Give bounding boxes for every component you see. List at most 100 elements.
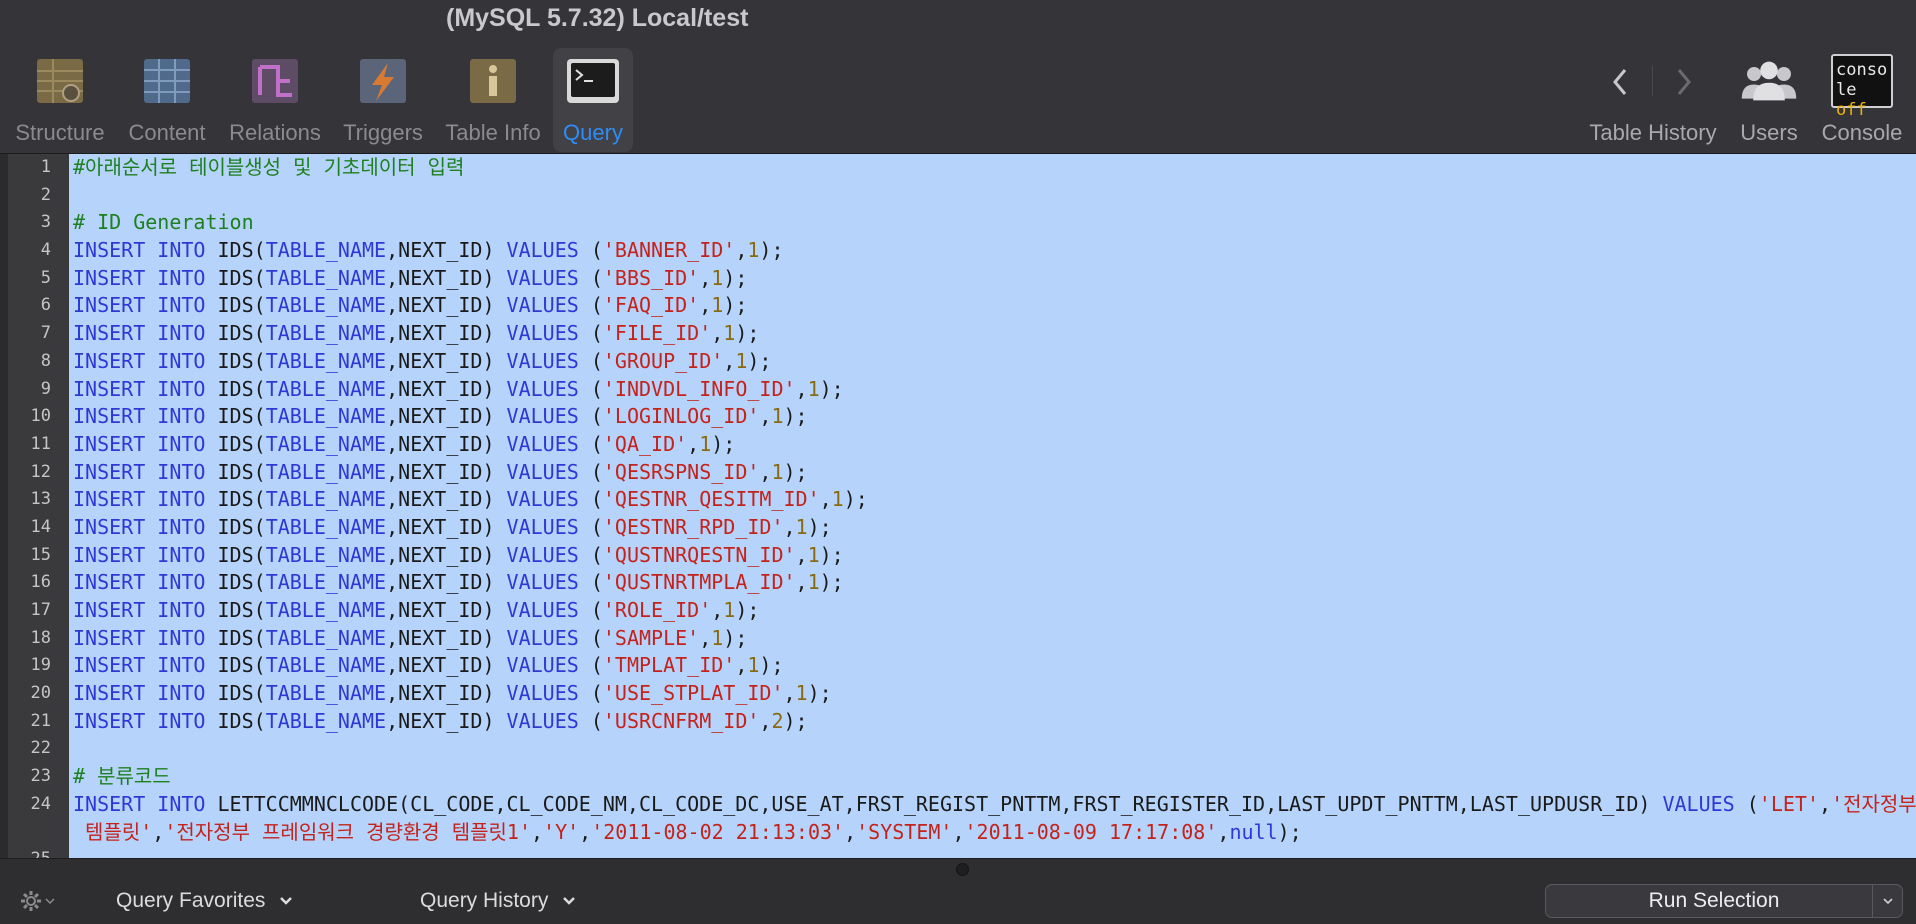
code-identifier: IDS( <box>217 708 266 733</box>
code-line[interactable]: 14 INSERT INTO IDS(TABLE_NAME,NEXT_ID) VA… <box>9 514 1916 542</box>
tab-structure[interactable]: Structure <box>10 52 110 152</box>
query-history-dropdown[interactable]: Query History <box>420 878 576 924</box>
code-keyword: INTO <box>157 321 206 346</box>
code-keyword: INSERT <box>73 376 146 401</box>
code-number: 1 <box>771 404 784 429</box>
history-back-button[interactable] <box>1600 62 1640 102</box>
content-icon <box>138 52 196 110</box>
code-text: ( <box>578 293 603 318</box>
line-number: 19 <box>30 655 51 676</box>
history-forward-button[interactable] <box>1664 62 1704 102</box>
code-text: ); <box>759 653 784 678</box>
code-text: , <box>711 598 724 622</box>
code-line[interactable]: 25 <box>9 846 1916 858</box>
query-favorites-dropdown[interactable]: Query Favorites <box>116 878 293 924</box>
run-options-button[interactable] <box>1872 885 1902 917</box>
code-line[interactable]: 13 INSERT INTO IDS(TABLE_NAME,NEXT_ID) VA… <box>9 486 1916 514</box>
code-line[interactable]: 템플릿','전자정부 프레임워크 경량환경 템플릿1','Y','2011-08… <box>9 819 1916 847</box>
code-keyword: VALUES <box>506 681 579 706</box>
line-number: 23 <box>30 766 51 787</box>
users-label: Users <box>1740 120 1798 145</box>
code-line[interactable]: 5 INSERT INTO IDS(TABLE_NAME,NEXT_ID) VAL… <box>9 265 1916 293</box>
code-line[interactable]: 2 <box>9 182 1916 210</box>
code-line[interactable]: 4 INSERT INTO IDS(TABLE_NAME,NEXT_ID) VAL… <box>9 237 1916 265</box>
code-line[interactable]: 9 INSERT INTO IDS(TABLE_NAME,NEXT_ID) VAL… <box>9 376 1916 404</box>
code-line[interactable]: 21 INSERT INTO IDS(TABLE_NAME,NEXT_ID) VA… <box>9 708 1916 736</box>
code-line[interactable]: 12 INSERT INTO IDS(TABLE_NAME,NEXT_ID) VA… <box>9 459 1916 487</box>
code-keyword: VALUES <box>506 265 579 290</box>
code-identifier: IDS( <box>217 459 266 484</box>
code-line[interactable]: 19 INSERT INTO IDS(TABLE_NAME,NEXT_ID) VA… <box>9 652 1916 680</box>
code-line[interactable]: 15 INSERT INTO IDS(TABLE_NAME,NEXT_ID) VA… <box>9 542 1916 570</box>
users-button[interactable]: Users <box>1730 52 1808 152</box>
code-column: ,NEXT_ID) <box>386 265 495 290</box>
console-button[interactable]: conso le off Console <box>1812 52 1912 152</box>
code-column: TABLE_NAME <box>265 598 387 622</box>
code-text: , <box>795 376 808 401</box>
chevron-down-icon <box>1882 898 1893 905</box>
line-content: INSERT INTO IDS(TABLE_NAME,NEXT_ID) VALU… <box>73 625 747 653</box>
line-number: 9 <box>40 378 51 399</box>
tab-relations[interactable]: Relations <box>224 52 326 152</box>
code-line[interactable]: 16 INSERT INTO IDS(TABLE_NAME,NEXT_ID) VA… <box>9 569 1916 597</box>
code-text: ); <box>723 293 748 318</box>
code-comment: #아래순서로 테이블생성 및 기초데이터 입력 <box>73 155 465 179</box>
gear-menu-button[interactable] <box>20 886 60 916</box>
code-text: ); <box>723 265 748 290</box>
line-content: INSERT INTO IDS(TABLE_NAME,NEXT_ID) VALU… <box>73 376 844 404</box>
code-line[interactable]: 1 #아래순서로 테이블생성 및 기초데이터 입력 <box>9 154 1916 182</box>
code-line[interactable]: 24 INSERT INTO LETTCCMMNCLCODE(CL_CODE,CL… <box>9 791 1916 819</box>
code-line[interactable]: 20 INSERT INTO IDS(TABLE_NAME,NEXT_ID) VA… <box>9 680 1916 708</box>
tab-content[interactable]: Content <box>122 52 212 152</box>
code-line[interactable]: 8 INSERT INTO IDS(TABLE_NAME,NEXT_ID) VAL… <box>9 348 1916 376</box>
code-line[interactable]: 17 INSERT INTO IDS(TABLE_NAME,NEXT_ID) VA… <box>9 597 1916 625</box>
code-text: ); <box>759 238 784 263</box>
query-editor[interactable]: 1 #아래순서로 테이블생성 및 기초데이터 입력 2 3 # ID Generatio… <box>8 154 1916 858</box>
code-column: TABLE_NAME <box>265 376 387 401</box>
code-text: ( <box>578 265 603 290</box>
editor-resize-handle[interactable] <box>0 858 1916 878</box>
code-string: 'TMPLAT_ID' <box>602 653 736 678</box>
run-selection-button[interactable]: Run Selection <box>1545 884 1903 918</box>
code-area[interactable]: 1 #아래순서로 테이블생성 및 기초데이터 입력 2 3 # ID Generatio… <box>9 154 1916 858</box>
code-line[interactable]: 10 INSERT INTO IDS(TABLE_NAME,NEXT_ID) VA… <box>9 403 1916 431</box>
code-string: '2011-08-09 17:17:08' <box>964 819 1218 844</box>
code-line[interactable]: 3 # ID Generation <box>9 209 1916 237</box>
code-keyword: VALUES <box>506 238 579 263</box>
code-line[interactable]: 6 INSERT INTO IDS(TABLE_NAME,NEXT_ID) VAL… <box>9 292 1916 320</box>
code-string: 'USE_STPLAT_ID' <box>602 681 784 706</box>
code-line[interactable]: 23 # 분류코드 <box>9 763 1916 791</box>
code-string: 'Y' <box>543 819 580 844</box>
tab-table-info[interactable]: Table Info <box>440 52 546 152</box>
code-line[interactable]: 22 <box>9 735 1916 763</box>
code-keyword: INSERT <box>73 404 146 429</box>
code-column: TABLE_NAME <box>265 681 387 706</box>
resize-knob[interactable] <box>956 863 969 876</box>
code-number: 1 <box>771 459 784 484</box>
code-number: 1 <box>795 681 808 706</box>
code-text: ( <box>578 542 603 567</box>
code-string: '전자정부 프레임워크 경량환경 템플릿1' <box>164 819 531 844</box>
code-line[interactable]: 18 INSERT INTO IDS(TABLE_NAME,NEXT_ID) VA… <box>9 625 1916 653</box>
code-line[interactable]: 7 INSERT INTO IDS(TABLE_NAME,NEXT_ID) VAL… <box>9 320 1916 348</box>
code-line[interactable]: 11 INSERT INTO IDS(TABLE_NAME,NEXT_ID) VA… <box>9 431 1916 459</box>
code-text: ); <box>783 708 808 733</box>
code-keyword: INTO <box>157 791 206 816</box>
tab-query[interactable]: Query <box>553 48 633 152</box>
code-column: TABLE_NAME <box>265 542 387 567</box>
code-identifier: IDS( <box>217 598 266 622</box>
code-text: ); <box>819 376 844 401</box>
tab-triggers[interactable]: Triggers <box>338 52 428 152</box>
tab-relations-label: Relations <box>229 120 321 145</box>
code-column: ,NEXT_ID) <box>386 598 495 622</box>
